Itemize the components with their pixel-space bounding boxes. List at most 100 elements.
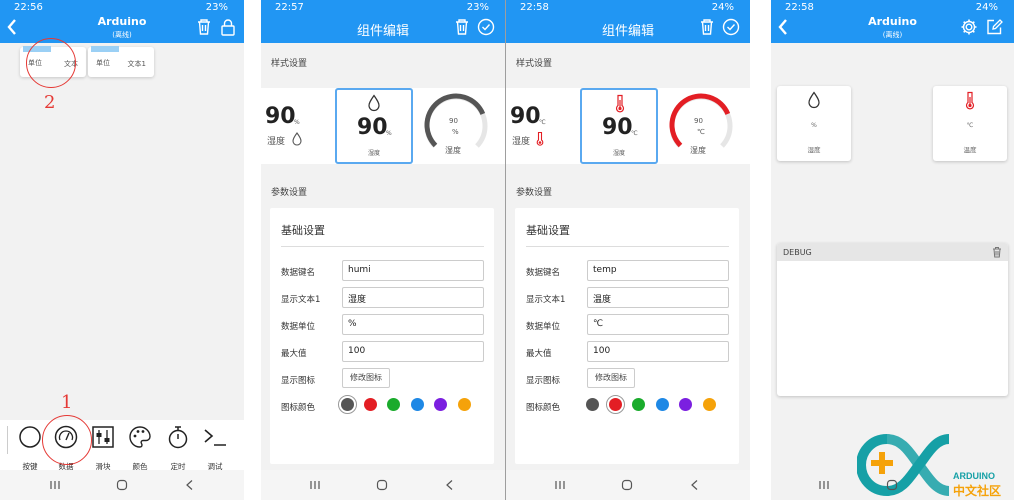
battery-level: 24% <box>975 2 998 13</box>
widget-text: 文本1 <box>127 60 146 68</box>
edit-icon-button[interactable]: 修改图标 <box>342 368 390 388</box>
separator <box>750 0 771 500</box>
data-unit-input[interactable]: ℃ <box>587 314 729 335</box>
icon-color-label: 图标颜色 <box>526 403 561 413</box>
field-label-text: 显示文本1 <box>281 295 321 305</box>
recent-apps-icon[interactable] <box>553 479 567 491</box>
toolbar-color[interactable]: 颜色 <box>123 424 157 472</box>
status-bar: 22:58 24% <box>506 2 750 14</box>
annotation-circle-1 <box>42 415 92 465</box>
widget-label: 湿度 <box>807 146 821 154</box>
system-nav-bar <box>261 470 505 500</box>
recent-apps-icon[interactable] <box>817 479 831 491</box>
system-nav-bar <box>771 470 1014 500</box>
annotation-circle-2 <box>26 38 76 88</box>
style-label: 湿度 <box>613 150 626 157</box>
home-icon[interactable] <box>375 479 389 491</box>
nav-back-icon[interactable] <box>183 479 197 491</box>
display-text-input[interactable]: 温度 <box>587 287 729 308</box>
debug-header: DEBUG <box>777 243 1008 261</box>
panel-title: 基础设置 <box>281 224 325 237</box>
color-swatch-purple[interactable] <box>434 398 447 411</box>
system-nav-bar <box>0 470 244 500</box>
style-option-1[interactable]: 90 % 湿度 <box>261 88 333 164</box>
toolbar-debug[interactable]: 调试 <box>198 424 232 472</box>
battery-level: 24% <box>711 2 734 13</box>
icon-label: 显示图标 <box>281 376 316 386</box>
separator <box>244 0 261 500</box>
nav-back-icon[interactable] <box>688 479 702 491</box>
color-swatch-blue[interactable] <box>656 398 669 411</box>
thermometer-icon <box>965 91 975 110</box>
home-icon[interactable] <box>115 479 129 491</box>
status-time: 22:58 <box>785 2 814 13</box>
gauge-label: 湿度 <box>690 146 706 155</box>
color-swatch-green[interactable] <box>387 398 400 411</box>
app-bar: 22:57 23% 组件编辑 <box>261 0 505 43</box>
color-swatch-orange[interactable] <box>458 398 471 411</box>
data-unit-input[interactable]: % <box>342 314 484 335</box>
style-option-3[interactable]: 90 ℃ 湿度 <box>662 88 742 164</box>
field-label-key: 数据键名 <box>281 268 316 278</box>
panel-title: 基础设置 <box>526 224 570 237</box>
trash-icon[interactable] <box>453 18 471 36</box>
field-label-max: 最大值 <box>281 349 307 359</box>
thermometer-icon <box>615 94 625 113</box>
gauge-label: 湿度 <box>445 146 461 155</box>
style-option-2-selected[interactable]: 90 % 湿度 <box>335 88 413 164</box>
humidity-widget[interactable]: % 湿度 <box>777 86 851 161</box>
color-swatch-dark-gray[interactable] <box>341 398 354 411</box>
nav-back-icon[interactable] <box>443 479 457 491</box>
data-key-input[interactable]: temp <box>587 260 729 281</box>
home-icon[interactable] <box>620 479 634 491</box>
recent-apps-icon[interactable] <box>48 479 62 491</box>
color-swatch-orange[interactable] <box>703 398 716 411</box>
trash-icon[interactable] <box>698 18 716 36</box>
color-swatch-purple[interactable] <box>679 398 692 411</box>
widget-label: 温度 <box>963 146 977 154</box>
terminal-icon <box>204 429 226 446</box>
style-option-1[interactable]: 90 ℃ 湿度 <box>506 88 578 164</box>
edit-icon-button[interactable]: 修改图标 <box>587 368 635 388</box>
color-swatch-blue[interactable] <box>411 398 424 411</box>
thermometer-icon <box>536 131 544 146</box>
recent-apps-icon[interactable] <box>308 479 322 491</box>
display-text-input[interactable]: 湿度 <box>342 287 484 308</box>
confirm-check-icon[interactable] <box>722 18 740 36</box>
annotation-number-2: 2 <box>44 92 56 113</box>
status-bar: 22:56 23% <box>0 2 244 14</box>
toolbar-slider[interactable]: 滑块 <box>86 424 120 472</box>
max-value-input[interactable]: 100 <box>342 341 484 362</box>
toolbar-timer[interactable]: 定时 <box>161 424 195 472</box>
color-swatch-red[interactable] <box>609 398 622 411</box>
trash-icon[interactable] <box>991 246 1003 258</box>
trash-icon[interactable] <box>195 18 213 36</box>
edit-icon[interactable] <box>985 18 1003 36</box>
style-value: 90 <box>357 115 388 140</box>
toolbar-button[interactable]: 按键 <box>13 424 47 472</box>
widget-unit: ℃ <box>966 122 974 129</box>
temperature-widget[interactable]: ℃ 温度 <box>933 86 1007 161</box>
home-icon[interactable] <box>885 479 899 491</box>
lock-icon[interactable] <box>219 18 237 36</box>
style-option-2-selected[interactable]: 90 ℃ 湿度 <box>580 88 658 164</box>
status-bar: 22:58 24% <box>771 2 1014 14</box>
max-value-input[interactable]: 100 <box>587 341 729 362</box>
field-label-text: 显示文本1 <box>526 295 566 305</box>
field-label-key: 数据键名 <box>526 268 561 278</box>
confirm-check-icon[interactable] <box>477 18 495 36</box>
data-widget-2[interactable]: 单位 文本1 <box>88 46 154 77</box>
widget-unit: % <box>811 122 817 129</box>
screen-4-dashboard: 22:58 24% Arduino (离线) % 湿度 ℃ 温度 DEBUG A… <box>771 0 1014 500</box>
debug-title: DEBUG <box>783 248 812 257</box>
style-unit: ℃ <box>539 119 546 126</box>
icon-color-label: 图标颜色 <box>281 403 316 413</box>
water-drop-icon <box>368 94 380 112</box>
screen-3-component-editor: 22:58 24% 组件编辑 样式设置 90 ℃ 湿度 90 ℃ 湿度 90 ℃ <box>506 0 750 500</box>
style-option-3[interactable]: 90 % 湿度 <box>417 88 497 164</box>
color-swatch-dark-gray[interactable] <box>586 398 599 411</box>
data-key-input[interactable]: humi <box>342 260 484 281</box>
gear-icon[interactable] <box>960 18 978 36</box>
color-swatch-green[interactable] <box>632 398 645 411</box>
color-swatch-red[interactable] <box>364 398 377 411</box>
